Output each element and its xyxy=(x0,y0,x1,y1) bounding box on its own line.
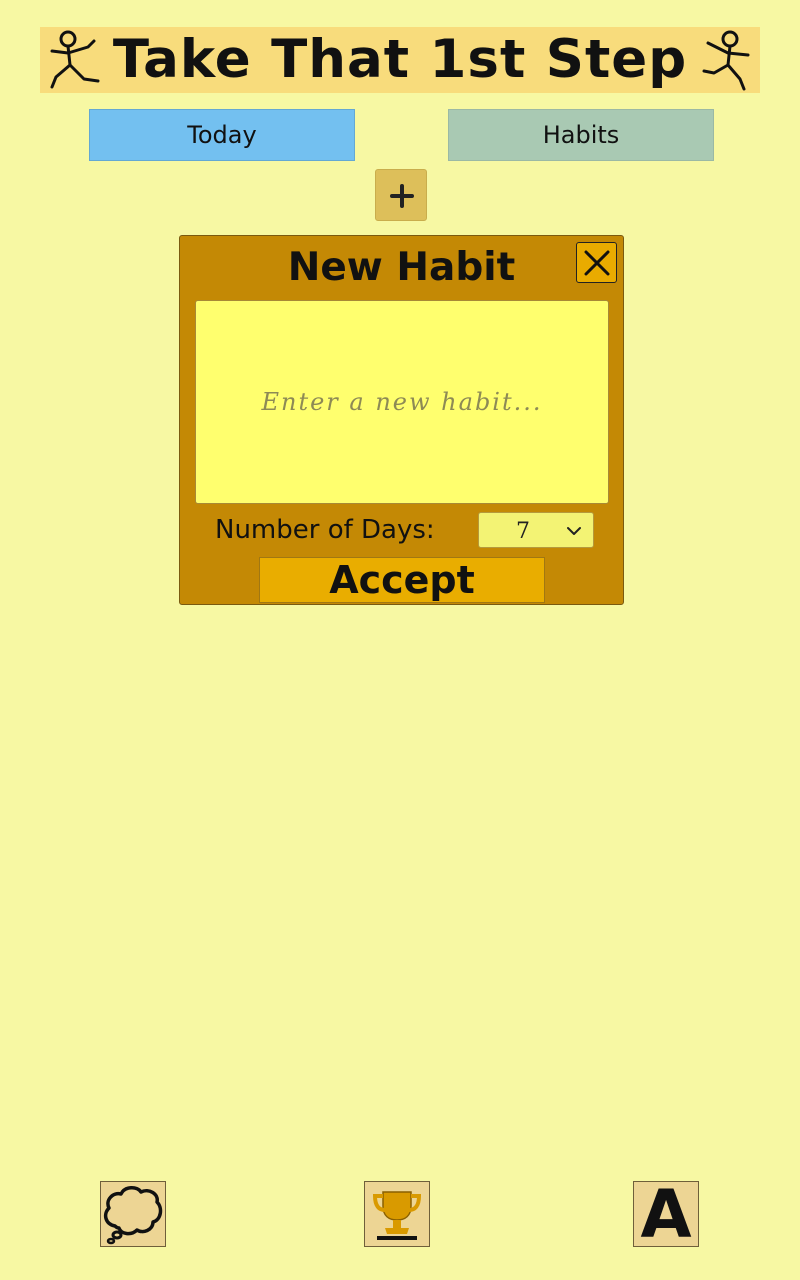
tab-habits[interactable]: Habits xyxy=(448,109,714,161)
achievements-button[interactable] xyxy=(364,1181,430,1247)
dialog-title: New Habit xyxy=(287,245,516,290)
font-settings-button[interactable]: A xyxy=(633,1176,699,1253)
font-icon: A xyxy=(640,1176,692,1253)
close-icon xyxy=(584,250,610,276)
close-button[interactable] xyxy=(576,242,617,283)
accept-button[interactable]: Accept xyxy=(259,557,545,603)
app-header: Take That 1st Step xyxy=(40,27,760,93)
days-select-value: 7 xyxy=(516,519,530,544)
plus-icon xyxy=(390,184,414,208)
thoughts-button[interactable] xyxy=(100,1181,166,1247)
add-habit-button[interactable] xyxy=(375,169,427,221)
habit-input[interactable] xyxy=(195,300,609,504)
new-habit-dialog: New Habit Enter a new habit... Number of… xyxy=(179,235,624,605)
days-select[interactable]: 7 xyxy=(478,512,594,548)
tab-today[interactable]: Today xyxy=(89,109,355,161)
chevron-down-icon xyxy=(567,527,581,535)
days-label: Number of Days: xyxy=(215,515,435,545)
stick-figure-icon xyxy=(702,30,750,91)
app-title: Take That 1st Step xyxy=(112,29,688,90)
thought-bubble-icon xyxy=(103,1186,163,1245)
trophy-icon xyxy=(372,1191,422,1240)
